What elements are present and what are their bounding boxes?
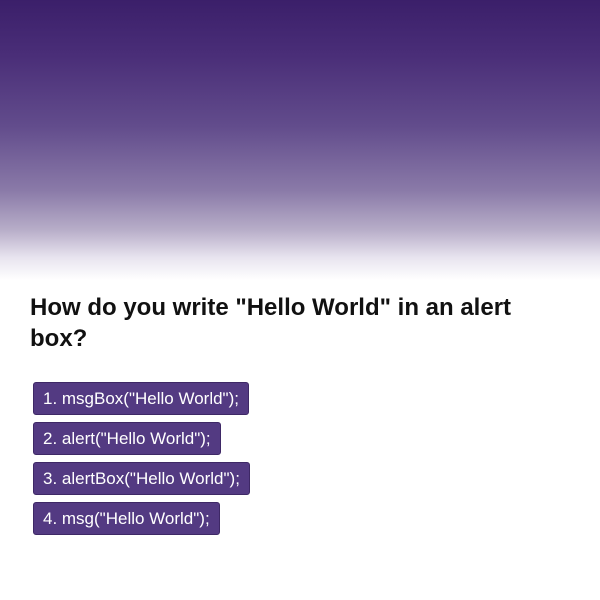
header-gradient-banner [0,0,600,280]
answer-button-2[interactable]: 2. alert("Hello World"); [33,422,221,455]
quiz-page: How do you write "Hello World" in an ale… [0,0,600,600]
answer-button-3[interactable]: 3. alertBox("Hello World"); [33,462,250,495]
question-text: How do you write "Hello World" in an ale… [30,294,512,352]
quiz-content: How do you write "Hello World" in an ale… [30,292,570,535]
answer-button-1[interactable]: 1. msgBox("Hello World"); [33,382,249,415]
answer-list: 1. msgBox("Hello World"); 2. alert("Hell… [30,382,570,535]
answer-button-4[interactable]: 4. msg("Hello World"); [33,502,220,535]
